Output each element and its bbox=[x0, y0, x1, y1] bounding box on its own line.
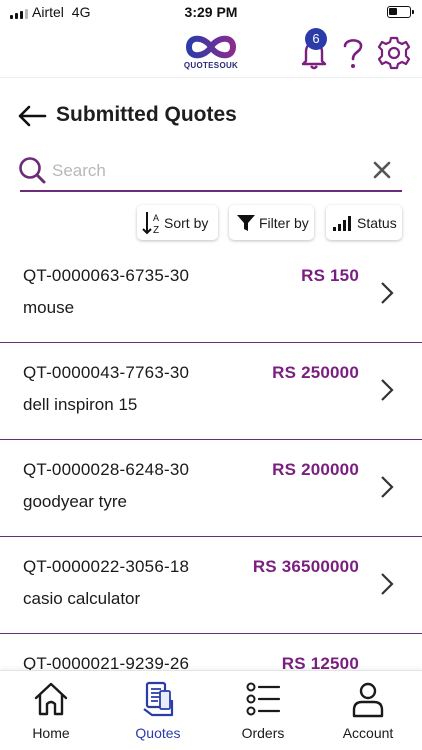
quote-id: QT-0000043-7763-30 bbox=[23, 363, 190, 382]
filter-button[interactable]: Filter by bbox=[229, 205, 314, 240]
quote-id: QT-0000063-6735-30 bbox=[23, 266, 190, 285]
quote-price: RS 12500 bbox=[281, 654, 359, 670]
quotes-icon bbox=[143, 681, 174, 717]
quote-list: QT-0000063-6735-30 RS 150 mouse QT-00000… bbox=[0, 246, 422, 670]
page-title-row: Submitted Quotes bbox=[0, 98, 422, 134]
quote-row[interactable]: QT-0000021-9239-26 RS 12500 bbox=[0, 634, 422, 670]
clear-search-icon[interactable] bbox=[372, 160, 392, 180]
infinity-logo-icon bbox=[185, 35, 237, 59]
quote-id: QT-0000021-9239-26 bbox=[23, 654, 190, 670]
quote-id: QT-0000022-3056-18 bbox=[23, 557, 190, 576]
bottom-nav: Home Quotes Orders Account bbox=[0, 670, 422, 750]
quote-id: QT-0000028-6248-30 bbox=[23, 460, 190, 479]
svg-text:Z: Z bbox=[153, 225, 159, 236]
nav-quotes-label: Quotes bbox=[135, 725, 181, 741]
app-logo[interactable]: QUOTESOUK bbox=[181, 31, 241, 73]
status-bar: Airtel 4G 3:29 PM bbox=[0, 0, 422, 26]
search-icon bbox=[19, 157, 46, 184]
nav-quotes[interactable]: Quotes bbox=[118, 679, 198, 749]
status-bars-icon bbox=[333, 215, 351, 231]
notification-badge: 6 bbox=[305, 28, 327, 50]
gear-icon[interactable] bbox=[374, 33, 414, 73]
filter-label: Filter by bbox=[259, 214, 309, 231]
nav-account[interactable]: Account bbox=[328, 679, 408, 749]
app-header: QUOTESOUK 6 bbox=[0, 26, 422, 78]
quote-row[interactable]: QT-0000043-7763-30 RS 250000 dell inspir… bbox=[0, 343, 422, 440]
sort-button[interactable]: A Z Sort by bbox=[137, 205, 218, 240]
quote-row[interactable]: QT-0000022-3056-18 RS 36500000 casio cal… bbox=[0, 537, 422, 634]
filter-icon bbox=[237, 214, 255, 231]
quote-item-name: goodyear tyre bbox=[23, 492, 127, 511]
quote-row[interactable]: QT-0000063-6735-30 RS 150 mouse bbox=[0, 246, 422, 343]
nav-orders-label: Orders bbox=[241, 725, 285, 741]
page-title: Submitted Quotes bbox=[56, 103, 237, 126]
svg-text:A: A bbox=[153, 213, 159, 223]
quote-item-name: dell inspiron 15 bbox=[23, 395, 138, 414]
quote-price: RS 36500000 bbox=[252, 557, 359, 576]
nav-home-label: Home bbox=[32, 725, 70, 741]
search-bar bbox=[19, 152, 402, 192]
battery-icon bbox=[387, 6, 414, 18]
help-icon[interactable] bbox=[336, 34, 370, 72]
search-input[interactable] bbox=[52, 156, 352, 186]
nav-orders[interactable]: Orders bbox=[223, 679, 303, 749]
logo-text: QUOTESOUK bbox=[183, 61, 239, 70]
quote-price: RS 250000 bbox=[272, 363, 359, 382]
sort-icon: A Z bbox=[142, 211, 159, 236]
sort-label: Sort by bbox=[164, 214, 209, 231]
quote-price: RS 200000 bbox=[272, 460, 359, 479]
nav-home[interactable]: Home bbox=[11, 679, 91, 749]
nav-account-label: Account bbox=[342, 725, 394, 741]
chevron-right-icon bbox=[381, 573, 394, 595]
back-arrow-icon[interactable] bbox=[16, 103, 48, 129]
chevron-right-icon bbox=[381, 282, 394, 304]
status-button[interactable]: Status bbox=[326, 205, 402, 240]
quote-item-name: casio calculator bbox=[23, 589, 141, 608]
quote-row[interactable]: QT-0000028-6248-30 RS 200000 goodyear ty… bbox=[0, 440, 422, 537]
quote-item-name: mouse bbox=[23, 298, 75, 317]
account-icon bbox=[352, 682, 384, 718]
home-icon bbox=[34, 682, 68, 716]
chevron-right-icon bbox=[381, 379, 394, 401]
status-label: Status bbox=[357, 214, 397, 231]
status-time: 3:29 PM bbox=[184, 4, 238, 20]
orders-icon bbox=[246, 682, 281, 716]
quote-price: RS 150 bbox=[301, 266, 359, 285]
chevron-right-icon bbox=[381, 476, 394, 498]
